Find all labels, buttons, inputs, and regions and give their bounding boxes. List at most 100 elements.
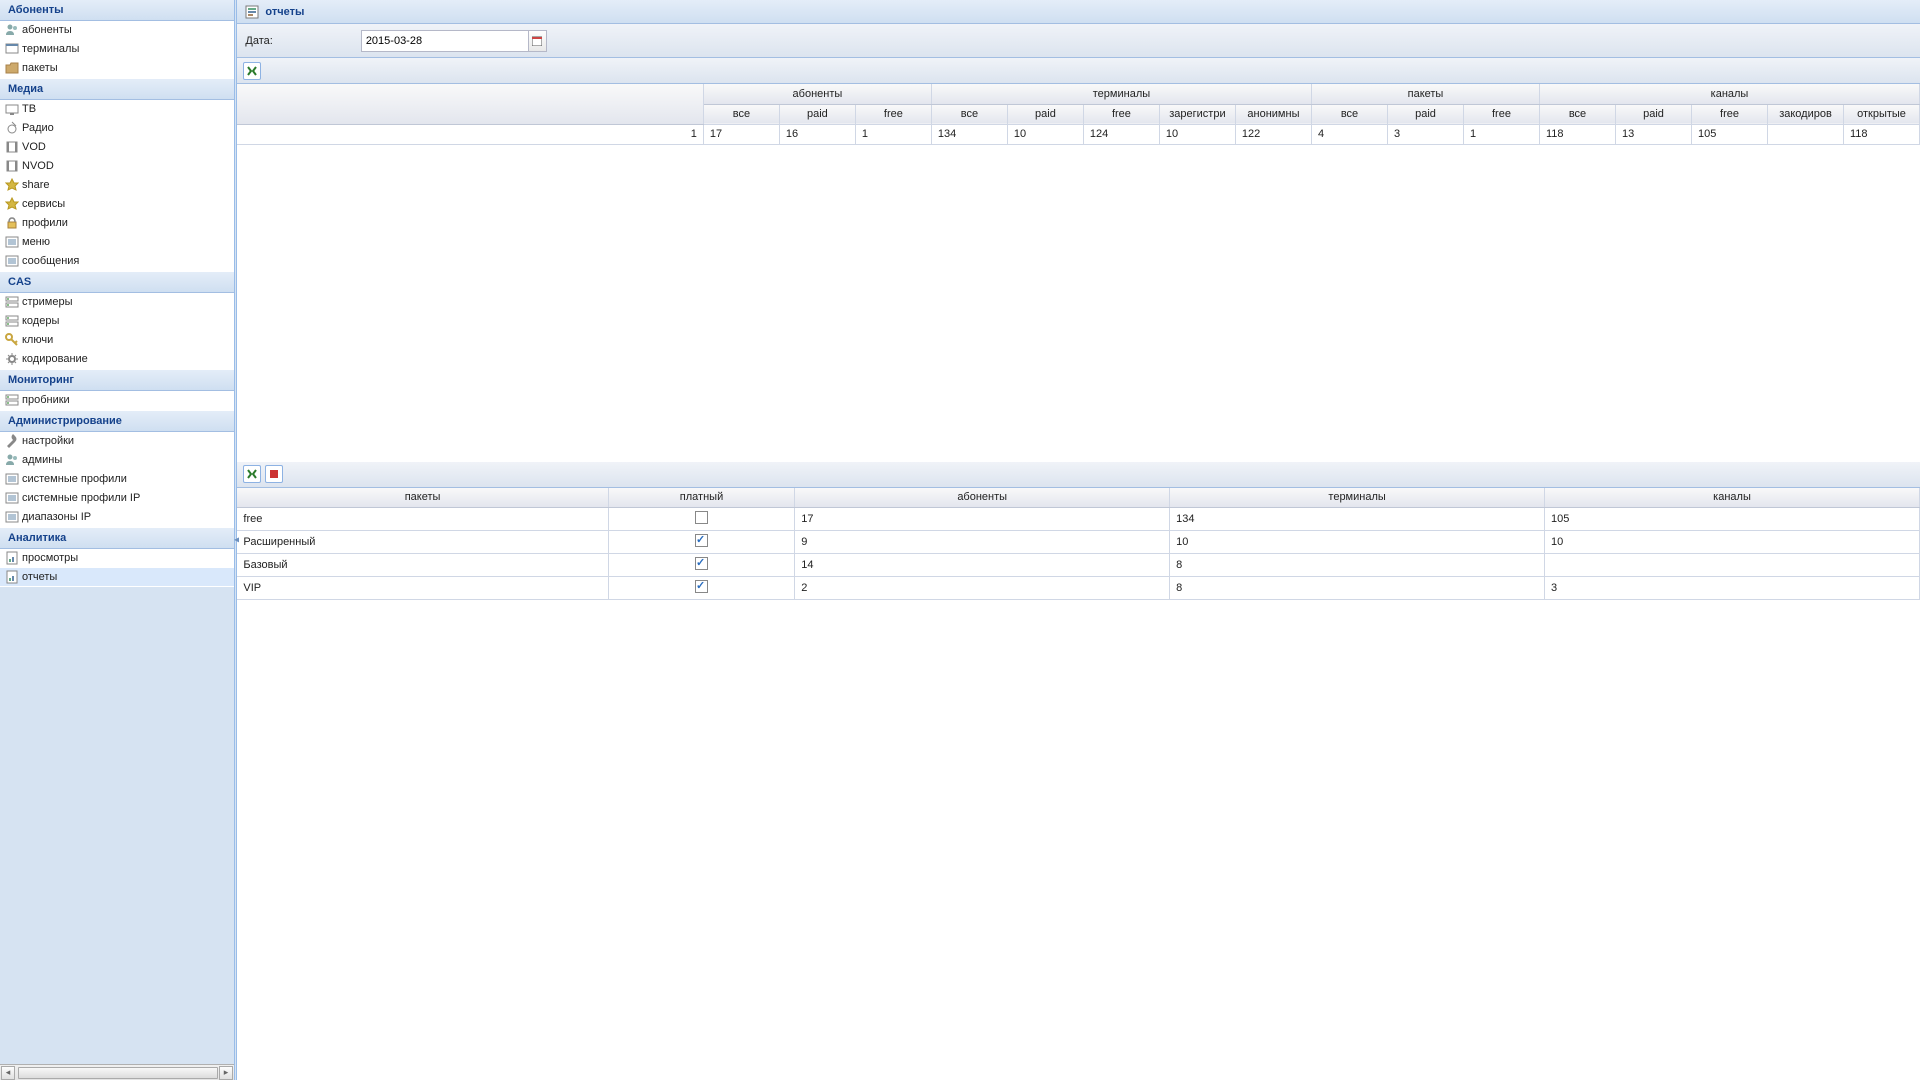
column-header[interactable]: free: [1463, 104, 1539, 124]
column-header[interactable]: платный: [608, 488, 794, 508]
column-header[interactable]: зарегистри: [1159, 104, 1235, 124]
column-header[interactable]: free: [1692, 104, 1768, 124]
column-header[interactable]: все: [1311, 104, 1387, 124]
list-icon: [5, 235, 19, 249]
sidebar-item[interactable]: абоненты: [0, 21, 234, 40]
sidebar-item[interactable]: пакеты: [0, 59, 234, 78]
column-header[interactable]: каналы: [1545, 488, 1920, 508]
data-cell: 17: [703, 124, 779, 144]
section-header[interactable]: CAS: [0, 271, 234, 293]
section-header[interactable]: Аналитика: [0, 527, 234, 549]
sidebar-item-label: диапазоны IP: [22, 511, 91, 523]
table-row[interactable]: VIP283: [237, 577, 1919, 600]
key-icon: [5, 333, 19, 347]
lower-grid[interactable]: пакетыплатныйабонентытерминалыканалы fre…: [237, 488, 1920, 601]
sidebar-item-label: кодирование: [22, 353, 88, 365]
sidebar-item[interactable]: ТВ: [0, 100, 234, 119]
col-group-terminals[interactable]: терминалы: [931, 84, 1311, 104]
wrench-icon: [5, 434, 19, 448]
sidebar-item[interactable]: пробники: [0, 391, 234, 410]
sidebar-item-label: абоненты: [22, 24, 72, 36]
sidebar-item[interactable]: ключи: [0, 331, 234, 350]
column-header[interactable]: paid: [1387, 104, 1463, 124]
column-header[interactable]: абоненты: [795, 488, 1170, 508]
section-header[interactable]: Абоненты: [0, 0, 234, 21]
package-name-cell: VIP: [237, 577, 608, 600]
sidebar-item-label: сообщения: [22, 255, 79, 267]
column-header[interactable]: закодиров: [1768, 104, 1844, 124]
section-header[interactable]: Администрирование: [0, 410, 234, 432]
sidebar-item[interactable]: системные профили IP: [0, 489, 234, 508]
scroll-track[interactable]: [16, 1066, 218, 1080]
column-header[interactable]: все: [1540, 104, 1616, 124]
sidebar-item[interactable]: NVOD: [0, 157, 234, 176]
sidebar-item[interactable]: VOD: [0, 138, 234, 157]
sidebar-scrollbar[interactable]: ◂ ▸: [0, 1064, 234, 1080]
calendar-icon[interactable]: [529, 30, 547, 52]
paid-cell: [608, 508, 794, 531]
table-row[interactable]: free17134105: [237, 508, 1919, 531]
paid-cell: [608, 577, 794, 600]
data-cell: 122: [1235, 124, 1311, 144]
sidebar-item[interactable]: кодеры: [0, 312, 234, 331]
col-group-channels[interactable]: каналы: [1540, 84, 1920, 104]
column-header[interactable]: все: [931, 104, 1007, 124]
col-group-subscribers[interactable]: абоненты: [703, 84, 931, 104]
sidebar-item[interactable]: share: [0, 176, 234, 195]
column-header[interactable]: paid: [1007, 104, 1083, 124]
table-row[interactable]: Расширенный91010: [237, 531, 1919, 554]
scroll-right-icon[interactable]: ▸: [219, 1066, 233, 1080]
sidebar-item-label: Радио: [22, 122, 54, 134]
sidebar-item[interactable]: настройки: [0, 432, 234, 451]
list-icon: [5, 472, 19, 486]
column-header[interactable]: пакеты: [237, 488, 608, 508]
export-excel-button-2[interactable]: [243, 465, 261, 483]
sidebar-item-label: меню: [22, 236, 50, 248]
sidebar-item[interactable]: сообщения: [0, 252, 234, 271]
data-cell: 134: [1170, 508, 1545, 531]
column-header[interactable]: все: [703, 104, 779, 124]
report-icon: [245, 5, 259, 19]
export-pdf-button[interactable]: [265, 465, 283, 483]
column-header[interactable]: paid: [1616, 104, 1692, 124]
tv-icon: [5, 102, 19, 116]
column-header[interactable]: открытые: [1844, 104, 1920, 124]
sidebar-item[interactable]: сервисы: [0, 195, 234, 214]
column-header[interactable]: терминалы: [1170, 488, 1545, 508]
terminal-icon: [5, 42, 19, 56]
sidebar-item-label: админы: [22, 454, 62, 466]
sidebar-item[interactable]: меню: [0, 233, 234, 252]
sidebar-item[interactable]: стримеры: [0, 293, 234, 312]
sidebar-item[interactable]: диапазоны IP: [0, 508, 234, 527]
column-header[interactable]: free: [855, 104, 931, 124]
section-header[interactable]: Мониторинг: [0, 369, 234, 391]
col-group-packages[interactable]: пакеты: [1311, 84, 1539, 104]
page-title-bar: отчеты: [237, 0, 1920, 24]
date-input[interactable]: [361, 30, 529, 52]
sidebar-item[interactable]: просмотры: [0, 549, 234, 568]
table-row[interactable]: Базовый148: [237, 554, 1919, 577]
data-cell: 3: [1387, 124, 1463, 144]
data-cell: 14: [795, 554, 1170, 577]
sidebar-item[interactable]: отчеты: [0, 568, 234, 587]
section-header[interactable]: Медиа: [0, 78, 234, 100]
radio-icon: [5, 121, 19, 135]
scroll-left-icon[interactable]: ◂: [1, 1066, 15, 1080]
sidebar-item[interactable]: админы: [0, 451, 234, 470]
sidebar-item[interactable]: кодирование: [0, 350, 234, 369]
column-header[interactable]: анонимны: [1235, 104, 1311, 124]
scroll-thumb[interactable]: [18, 1067, 218, 1079]
export-excel-button[interactable]: [243, 62, 261, 80]
upper-grid[interactable]: абоненты терминалы пакеты каналы всеpaid…: [237, 84, 1920, 462]
star-icon: [5, 197, 19, 211]
data-cell: 10: [1545, 531, 1920, 554]
sidebar-item[interactable]: профили: [0, 214, 234, 233]
sidebar-item[interactable]: Радио: [0, 119, 234, 138]
sidebar-item[interactable]: терминалы: [0, 40, 234, 59]
column-header[interactable]: paid: [779, 104, 855, 124]
column-header[interactable]: free: [1083, 104, 1159, 124]
row-number-header[interactable]: [237, 84, 703, 124]
data-cell: 124: [1083, 124, 1159, 144]
sidebar-item-label: пробники: [22, 394, 70, 406]
sidebar-item[interactable]: системные профили: [0, 470, 234, 489]
